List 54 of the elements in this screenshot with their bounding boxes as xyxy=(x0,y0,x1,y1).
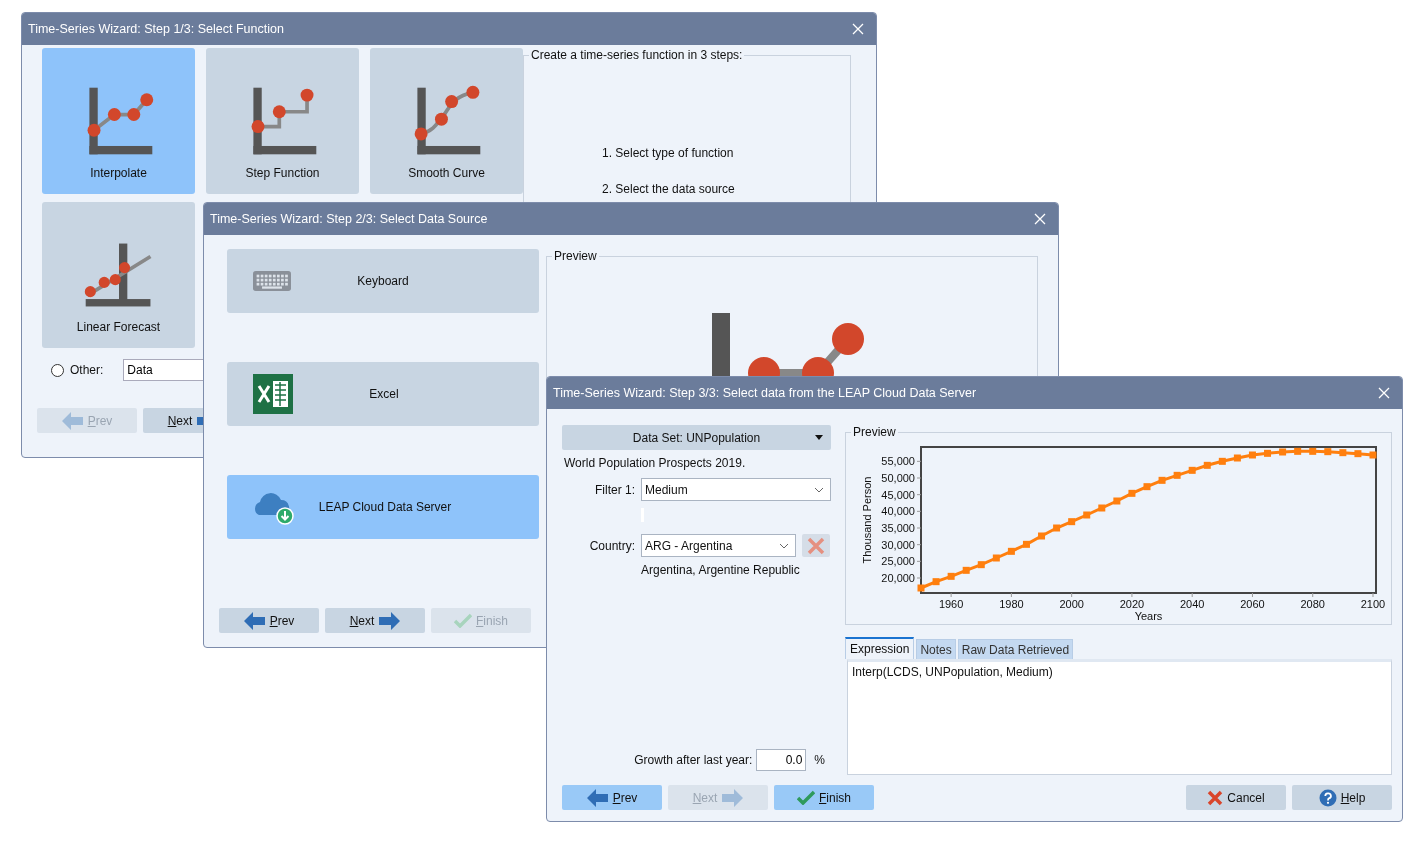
prev-button[interactable]: Prev xyxy=(219,608,319,633)
tick-label: 2040 xyxy=(1179,598,1205,610)
expression-text-area[interactable]: Interp(LCDS, UNPopulation, Medium) xyxy=(847,659,1392,775)
axis-title: Years xyxy=(1134,610,1163,622)
function-tile[interactable]: Step Function xyxy=(206,48,359,194)
tick-label: 1980 xyxy=(999,598,1024,610)
dataset-description: World Population Prospects 2019. xyxy=(564,456,747,470)
window-title: Time-Series Wizard: Step 1/3: Select Function xyxy=(28,22,284,36)
tick-label: 50,000 xyxy=(881,472,915,484)
dataset-dropdown[interactable]: Data Set: UNPopulation xyxy=(562,425,831,450)
tick-label: 30,000 xyxy=(881,538,915,551)
radio-label: Other: xyxy=(70,363,104,377)
step-text: 1. Select type of function xyxy=(602,146,735,160)
function-tile[interactable]: Interpolate xyxy=(42,48,195,194)
tick-label: 2100 xyxy=(1360,598,1386,610)
country-description: Argentina, Argentine Republic xyxy=(641,563,801,577)
group-title: Preview xyxy=(852,425,897,439)
step-text: 2. Select the data source xyxy=(602,182,736,196)
function-tile[interactable]: Linear Forecast xyxy=(42,202,195,348)
field-label: Country: xyxy=(588,538,635,553)
window-title: Time-Series Wizard: Step 2/3: Select Data Source xyxy=(210,212,488,226)
data-source-option[interactable]: Excel xyxy=(227,362,539,426)
field-label: Filter 1: xyxy=(594,482,635,497)
growth-input-field[interactable]: 0.0 xyxy=(756,749,807,771)
tick-label: 2020 xyxy=(1119,598,1145,610)
prev-button[interactable]: Prev xyxy=(562,785,662,810)
window-title: Time-Series Wizard: Step 3/3: Select data from the LEAP Cloud Data Server xyxy=(553,386,977,400)
finish-button[interactable]: Finish xyxy=(774,785,874,810)
tick-label: 25,000 xyxy=(881,555,915,568)
tick-label: 2060 xyxy=(1240,598,1265,610)
tab[interactable]: Raw Data Retrieved xyxy=(957,639,1074,659)
filter-dropdown[interactable]: Medium xyxy=(641,478,831,501)
tick-label: 20,000 xyxy=(881,572,915,584)
tick-label: 35,000 xyxy=(881,522,915,534)
data-source-option[interactable]: Keyboard xyxy=(227,249,539,313)
unit-label: % xyxy=(814,753,825,767)
tick-label: 1960 xyxy=(938,598,964,610)
group-title: Preview xyxy=(553,249,598,263)
function-tile[interactable]: Smooth Curve xyxy=(370,48,523,194)
tick-label: 55,000 xyxy=(881,455,915,468)
cancel-button[interactable]: Cancel xyxy=(1186,785,1286,810)
help-button[interactable]: Help xyxy=(1292,785,1392,810)
country-dropdown[interactable]: ARG - Argentina xyxy=(641,534,796,557)
data-source-option[interactable]: LEAP Cloud Data Server xyxy=(227,475,539,539)
tab[interactable]: Expression xyxy=(845,637,915,659)
next-button[interactable]: Next xyxy=(325,608,425,633)
tick-label: 40,000 xyxy=(881,505,915,518)
tick-label: 2080 xyxy=(1300,598,1325,610)
tab[interactable]: Notes xyxy=(916,639,956,659)
field-label: Growth after last year: xyxy=(634,753,753,767)
axis-title: Thousand Person xyxy=(861,476,873,564)
tick-label: 45,000 xyxy=(881,488,915,501)
group-title: Create a time-series function in 3 steps: xyxy=(530,48,744,62)
tick-label: 2000 xyxy=(1059,598,1084,610)
